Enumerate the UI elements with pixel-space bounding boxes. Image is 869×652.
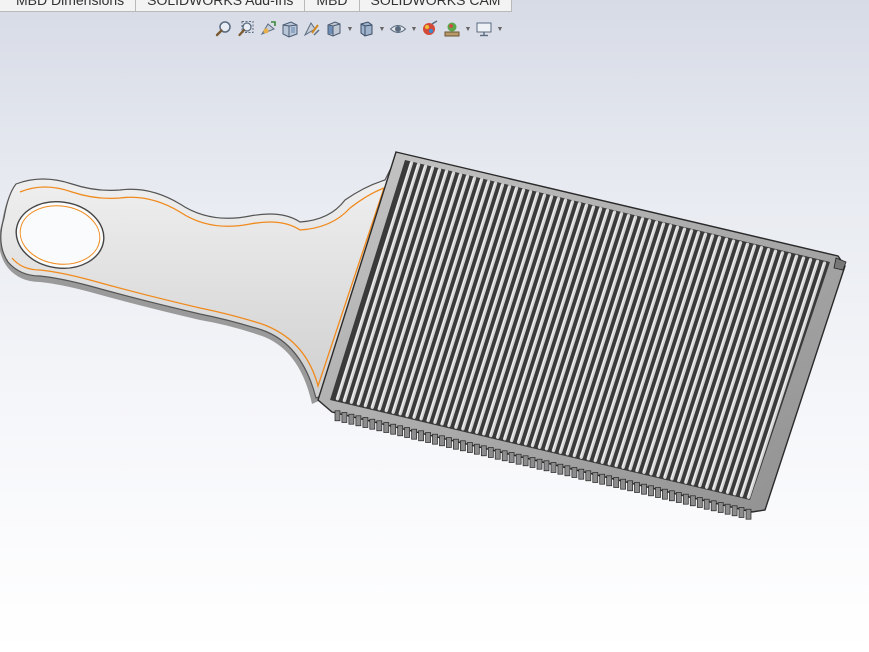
comb-tooth-tip — [432, 433, 438, 445]
comb-tooth-tip — [578, 468, 585, 480]
comb-tooth-tip — [634, 482, 640, 493]
comb-tooth-tip — [467, 442, 473, 453]
comb-tooth-tip — [717, 502, 724, 513]
comb-tooth-tip — [515, 453, 522, 465]
comb-tooth-tip — [731, 505, 738, 517]
comb-tooth-tip — [390, 423, 397, 435]
comb-tooth-tip — [501, 450, 508, 462]
comb-tooth-tip — [606, 475, 613, 487]
comb-tooth-tip — [411, 428, 417, 440]
comb-tooth-tip — [439, 435, 445, 447]
comb-tooth-tip — [529, 457, 536, 468]
comb-tooth-tip — [745, 508, 752, 520]
comb-tooth-tip — [536, 458, 543, 470]
comb-tooth-tip — [599, 473, 606, 485]
graphics-area[interactable]: MBD Dimensions SOLIDWORKS Add-Ins MBD SO… — [0, 0, 869, 652]
comb-tooth-tip — [655, 487, 661, 498]
comb-tooth-tip — [425, 432, 431, 443]
comb-tooth-tip — [682, 493, 689, 505]
comb-tooth-tip — [564, 465, 571, 477]
comb-tooth-tip — [557, 463, 564, 475]
comb-tooth-tip — [550, 462, 557, 473]
comb-tooth-tip — [446, 437, 452, 448]
comb-tooth-tip — [460, 440, 466, 452]
comb-tooth-tip — [641, 483, 647, 495]
comb-tooth-tip — [710, 500, 717, 512]
comb-tooth-tip — [613, 477, 620, 488]
comb-tooth-tip — [480, 445, 487, 457]
comb-tooth-tip — [334, 410, 341, 422]
comb-tooth-tip — [703, 498, 710, 510]
comb-tooth-tip — [648, 485, 654, 497]
comb-tooth-tip — [494, 448, 501, 460]
comb-tooth-tip — [585, 470, 592, 482]
comb-tooth-tip — [592, 472, 599, 483]
comb-tooth-tip — [696, 497, 703, 508]
comb-tooth-tip — [620, 478, 626, 490]
comb-tooth-tip — [738, 507, 745, 518]
comb-tooth-tip — [453, 438, 459, 450]
comb-tooth-tip — [543, 460, 550, 472]
comb-tooth-tip — [689, 495, 696, 507]
comb-tooth-tip — [473, 443, 480, 455]
comb-tooth-tip — [383, 422, 390, 433]
comb-tooth-tip — [724, 503, 731, 515]
comb-tooth-tip — [369, 418, 376, 430]
comb-tooth-tip — [397, 425, 404, 437]
comb-tooth-tip — [675, 492, 682, 503]
comb-tooth-tip — [487, 447, 494, 458]
comb-tooth-tip — [376, 420, 383, 432]
comb-tooth-tip — [571, 467, 578, 478]
comb-tooth-tip — [348, 413, 355, 425]
comb-tooth-tip — [522, 455, 529, 467]
comb-tooth-tip — [355, 415, 362, 427]
comb-tooth-tip — [669, 490, 675, 502]
comb-tooth-tip — [508, 452, 515, 463]
comb-tooth-tip — [627, 480, 633, 492]
comb-tooth-tip — [404, 427, 410, 438]
comb-tooth-tip — [362, 417, 369, 428]
comb-tooth-tip — [341, 412, 348, 423]
comb-model[interactable] — [0, 0, 869, 652]
comb-tooth-tip — [418, 430, 424, 442]
comb-tooth-tip — [662, 488, 668, 500]
